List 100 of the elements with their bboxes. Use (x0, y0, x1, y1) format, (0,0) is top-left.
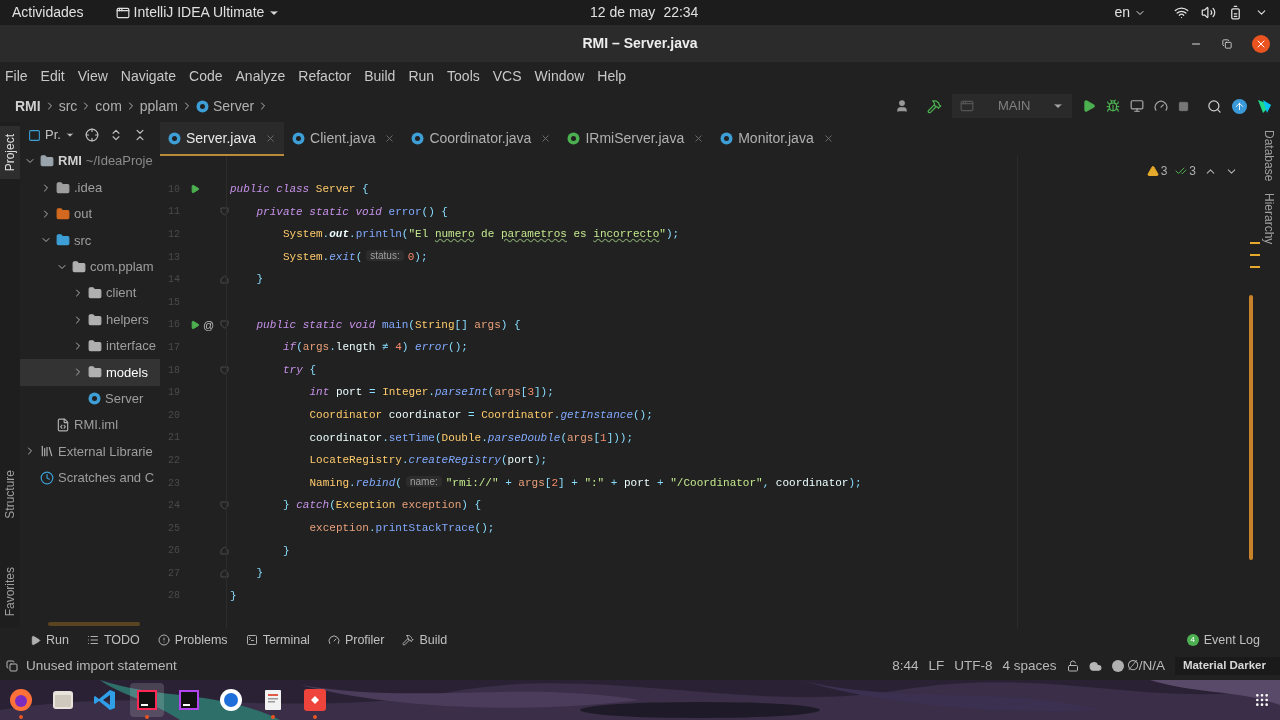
hammer-icon[interactable] (927, 98, 942, 114)
show-apps-icon[interactable] (1254, 692, 1270, 708)
tree-item[interactable]: Scratches and C (20, 464, 160, 492)
panel-icon (28, 128, 41, 142)
fold-start-icon[interactable] (219, 365, 229, 375)
tree-item[interactable]: client (20, 279, 160, 307)
menu-item[interactable]: Analyze (235, 65, 286, 87)
tool-window-tab[interactable]: Favorites (0, 558, 20, 624)
file-encoding[interactable]: UTF-8 (954, 655, 993, 677)
close-icon[interactable] (822, 132, 834, 144)
tree-item[interactable]: .idea (20, 174, 160, 201)
vcs-status[interactable]: ∅/N/A (1126, 655, 1165, 677)
breadcrumb-item[interactable]: pplam (139, 95, 178, 117)
event-log-button[interactable]: 4 Event Log (1186, 630, 1260, 650)
menu-item[interactable]: Code (189, 65, 223, 87)
breadcrumb-item[interactable]: src (58, 95, 78, 117)
caret-position[interactable]: 8:44 (892, 655, 919, 677)
horizontal-scrollbar[interactable] (48, 622, 140, 626)
run-config-dropdown[interactable]: MAIN (952, 94, 1072, 118)
tool-window-button[interactable]: Problems (157, 630, 228, 650)
tree-item[interactable]: External Librarie (20, 438, 160, 465)
cloud-icon[interactable] (1088, 659, 1102, 673)
typos-indicator[interactable]: 3 (1175, 162, 1196, 180)
play-icon (30, 634, 41, 646)
menu-item[interactable]: Run (408, 65, 435, 87)
run-icon[interactable] (190, 319, 200, 330)
fold-start-icon[interactable] (219, 320, 229, 330)
tree-item[interactable]: helpers (20, 306, 160, 333)
editor-tab[interactable]: Monitor.java (712, 122, 842, 156)
menu-item[interactable]: Edit (40, 65, 65, 87)
menu-item[interactable]: Build (364, 65, 396, 87)
maximize-icon[interactable] (1222, 38, 1232, 49)
editor-tab[interactable]: IRmiServer.java (559, 122, 713, 156)
editor-tab[interactable]: Server.java (160, 122, 285, 156)
close-icon[interactable] (540, 132, 552, 144)
tree-item[interactable]: src (20, 227, 160, 254)
tool-window-tab[interactable]: Project (0, 126, 20, 180)
close-icon[interactable] (693, 132, 705, 144)
vertical-scrollbar[interactable] (1249, 295, 1253, 560)
user-icon[interactable] (895, 99, 909, 113)
project-view-dropdown[interactable]: Pr. (28, 125, 75, 145)
theme-label[interactable]: Material Darker (1174, 657, 1280, 675)
tool-window-button[interactable]: Build (402, 630, 448, 650)
tree-item[interactable]: Server (20, 385, 160, 412)
warnings-indicator[interactable]: 3 (1146, 162, 1168, 180)
app-menu[interactable]: IntelliJ IDEA Ultimate (115, 2, 281, 23)
activities-button[interactable]: Actividades (12, 2, 84, 23)
code-line: try { (282, 362, 316, 378)
menu-item[interactable]: Help (597, 65, 627, 87)
tree-item[interactable]: models (20, 359, 160, 386)
package-icon (88, 312, 102, 327)
package-icon (88, 365, 102, 380)
close-button[interactable] (1252, 34, 1270, 53)
indent-setting[interactable]: 4 spaces (1002, 655, 1057, 677)
breadcrumb-item[interactable]: com (95, 95, 122, 117)
tool-window-tab[interactable]: Hierarchy (1260, 193, 1278, 245)
menu-item[interactable]: View (77, 65, 108, 87)
fold-start-icon[interactable] (219, 207, 229, 217)
search-icon[interactable] (1207, 98, 1222, 114)
tree-item[interactable]: interface (20, 332, 160, 360)
status-icon[interactable] (6, 660, 18, 672)
close-icon[interactable] (265, 132, 277, 144)
volume-icon[interactable] (1201, 5, 1216, 20)
app-icon (115, 5, 130, 20)
menu-item[interactable]: Refactor (298, 65, 352, 87)
locate-icon[interactable] (84, 128, 99, 142)
lock-icon[interactable] (1066, 660, 1079, 672)
tool-window-button[interactable]: TODO (86, 630, 140, 650)
tree-item[interactable]: com.pplam (20, 253, 160, 280)
tree-item[interactable]: RMI ~/IdeaProje (20, 148, 160, 175)
tool-window-button[interactable]: Profiler (327, 630, 385, 650)
clock[interactable]: 12 de may 22:34 (590, 2, 699, 23)
menu-item[interactable]: Tools (447, 65, 480, 87)
tool-window-button[interactable]: Run (30, 630, 69, 650)
override-marker[interactable]: @ (203, 316, 215, 334)
breadcrumb-item[interactable]: Server (195, 95, 255, 117)
menu-item[interactable]: Navigate (120, 65, 177, 87)
stop-icon[interactable] (1178, 100, 1189, 112)
tree-item[interactable]: out (20, 200, 160, 228)
tool-window-tab[interactable]: Database (1260, 130, 1278, 182)
run-icon[interactable] (1082, 99, 1096, 113)
editor-tab[interactable]: Client.java (284, 122, 404, 156)
logo-icon[interactable] (1257, 98, 1272, 114)
battery-icon[interactable] (1228, 5, 1243, 20)
menu-item[interactable]: VCS (492, 65, 522, 87)
tool-window-button[interactable]: Terminal (245, 630, 310, 650)
menu-item[interactable]: Window (534, 65, 585, 87)
language-menu[interactable]: en (1114, 2, 1146, 23)
update-icon[interactable] (1232, 98, 1247, 114)
close-icon[interactable] (384, 132, 396, 144)
debug-icon[interactable] (1106, 99, 1120, 113)
tree-item[interactable]: RMI.iml (20, 411, 160, 439)
tool-window-tab[interactable]: Structure (0, 461, 20, 527)
fold-start-icon[interactable] (219, 501, 229, 511)
run-icon[interactable] (190, 184, 200, 195)
breadcrumb-item[interactable]: RMI (15, 95, 41, 117)
menu-item[interactable]: File (5, 65, 28, 87)
line-separator[interactable]: LF (928, 655, 945, 677)
editor-tab[interactable]: Coordinator.java (403, 122, 560, 156)
wifi-icon[interactable] (1174, 5, 1189, 20)
